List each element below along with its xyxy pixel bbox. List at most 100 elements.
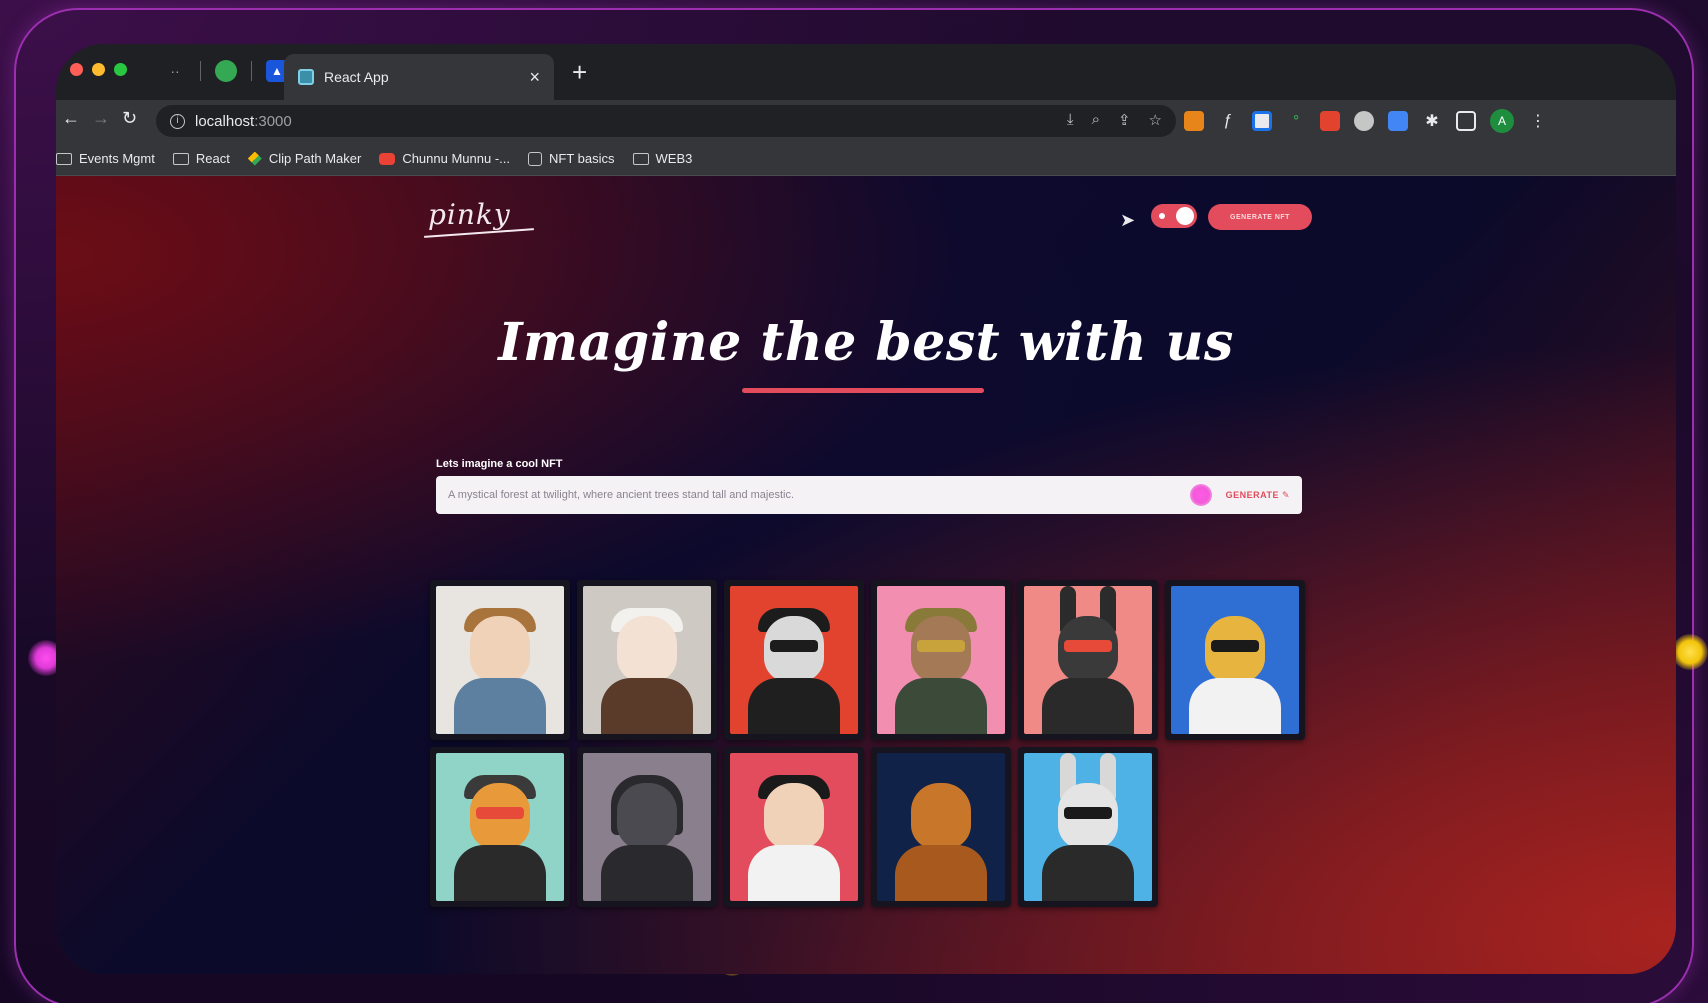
nft-card[interactable] [1018,747,1158,907]
generate-nft-button[interactable]: GENERATE NFT [1208,204,1312,230]
reload-icon[interactable]: ↻ [122,108,137,129]
back-arrow-icon[interactable]: ← [62,108,80,129]
nft-glasses [476,807,524,819]
url-text[interactable]: localhost:3000 [195,113,292,130]
nft-gallery [430,580,1310,907]
prompt-label: Lets imagine a cool NFT [436,458,563,470]
prompt-text[interactable]: A mystical forest at twilight, where anc… [448,489,1190,501]
nft-head [470,616,530,682]
address-bar[interactable]: i localhost:3000 ⤓ ⌕ ⇪ ☆ [156,105,1176,137]
bookmark-label: Clip Path Maker [268,151,362,166]
window-controls [70,63,127,76]
browser-toolbar: ← → ↻ i localhost:3000 ⤓ ⌕ ⇪ ☆ ƒ ᐤ ✱ A ⋮ [56,100,1676,142]
close-tab-icon[interactable]: × [529,67,540,88]
pinned-tabs: ·· ▲ [164,60,288,82]
bookmark-clip-path-maker[interactable]: Clip Path Maker [247,151,362,166]
nft-mask [917,640,965,652]
nft-card[interactable] [1018,580,1158,740]
site-info-icon[interactable]: i [170,113,185,129]
extension-square-icon[interactable] [1252,111,1272,131]
tab-overflow-icon[interactable]: ·· [164,63,186,79]
metamask-extension-icon[interactable] [1184,111,1204,131]
font-extension-icon[interactable]: ƒ [1218,112,1238,130]
pinned-tab-green-icon[interactable] [215,60,237,82]
nft-sunglasses [1211,640,1259,652]
nft-girl-white-hair-image [583,586,711,734]
prompt-input[interactable]: A mystical forest at twilight, where anc… [436,476,1302,514]
side-panel-icon[interactable] [1456,111,1476,131]
bookmark-web3[interactable]: WEB3 [632,151,693,166]
nft-card[interactable] [430,747,570,907]
close-window-button[interactable] [70,63,83,76]
nft-bearded-man-image [730,753,858,901]
nft-body [895,678,987,734]
nft-visor [1064,640,1112,652]
nft-goggles [770,640,818,652]
minimize-window-button[interactable] [92,63,105,76]
bookmark-star-icon[interactable]: ☆ [1149,111,1162,129]
bookmark-label: NFT basics [549,151,615,166]
tab-react-app[interactable]: React App × [284,54,554,100]
url-port: :3000 [254,112,292,130]
tab-divider [200,61,201,81]
toggle-dot [1159,213,1165,219]
folder-icon [632,152,649,165]
extension-green-icon[interactable]: ᐤ [1286,111,1306,131]
maximize-window-button[interactable] [114,63,127,76]
zoom-icon[interactable]: ⌕ [1092,111,1100,129]
nft-hoodie [748,678,840,734]
nft-card[interactable] [430,580,570,740]
loading-orb-icon [1189,484,1212,506]
nft-head [764,783,824,849]
share-icon[interactable]: ⇪ [1118,111,1131,129]
nft-card[interactable] [577,747,717,907]
nft-head [911,783,971,849]
youtube-icon [379,152,396,165]
nft-card[interactable] [577,580,717,740]
extension-red-icon[interactable] [1320,111,1340,131]
forward-arrow-icon[interactable]: → [92,108,110,129]
tab-title: React App [324,69,389,85]
browser-menu-icon[interactable]: ⋮ [1528,111,1548,131]
react-favicon-icon [298,69,314,85]
nft-card[interactable] [871,747,1011,907]
bookmark-label: Chunnu Munnu -... [402,151,510,166]
bookmarks-bar: Events Mgmt React Clip Path Maker Chunnu… [56,142,1676,176]
extension-blue-icon[interactable] [1388,111,1408,131]
toggle-knob [1176,207,1194,225]
nft-card[interactable] [871,580,1011,740]
globe-extension-icon[interactable] [1354,111,1374,131]
bookmark-label: Events Mgmt [79,151,155,166]
profile-avatar[interactable]: A [1490,109,1514,133]
tab-divider [251,61,252,81]
theme-toggle[interactable] [1151,204,1197,228]
folder-icon [172,152,189,165]
bookmark-react[interactable]: React [172,151,230,166]
nft-vest [454,845,546,901]
nft-goggles [1064,807,1112,819]
bookmark-nft-basics[interactable]: NFT basics [528,151,615,166]
nft-ape-cigarette-image [877,753,1005,901]
extensions-puzzle-icon[interactable]: ✱ [1422,111,1442,131]
bookmark-chunnu-munnu[interactable]: Chunnu Munnu -... [379,151,510,166]
install-app-icon[interactable]: ⤓ [1067,111,1074,129]
nft-mask [617,783,677,849]
nft-hooded-mask-image [583,753,711,901]
extensions-area: ƒ ᐤ ✱ A ⋮ [1184,109,1548,133]
nft-body [895,845,987,901]
prompt-generate-button[interactable]: GENERATE ✎ [1226,490,1290,501]
nft-body [1042,845,1134,901]
nft-head [617,616,677,682]
nft-card[interactable] [1165,580,1305,740]
address-bar-actions: ⤓ ⌕ ⇪ ☆ [1067,111,1162,129]
bookmark-events-mgmt[interactable]: Events Mgmt [56,151,155,166]
nft-card[interactable] [724,580,864,740]
nft-rabbit-pizza-image [1024,586,1152,734]
mouse-cursor-icon: ➤ [1120,210,1136,230]
new-tab-button[interactable]: + [572,57,587,88]
nft-card[interactable] [724,747,864,907]
pinky-logo[interactable]: pinky [428,198,511,231]
clip-path-icon [247,151,262,166]
nft-jersey [1189,678,1281,734]
bookmark-label: WEB3 [655,151,693,166]
